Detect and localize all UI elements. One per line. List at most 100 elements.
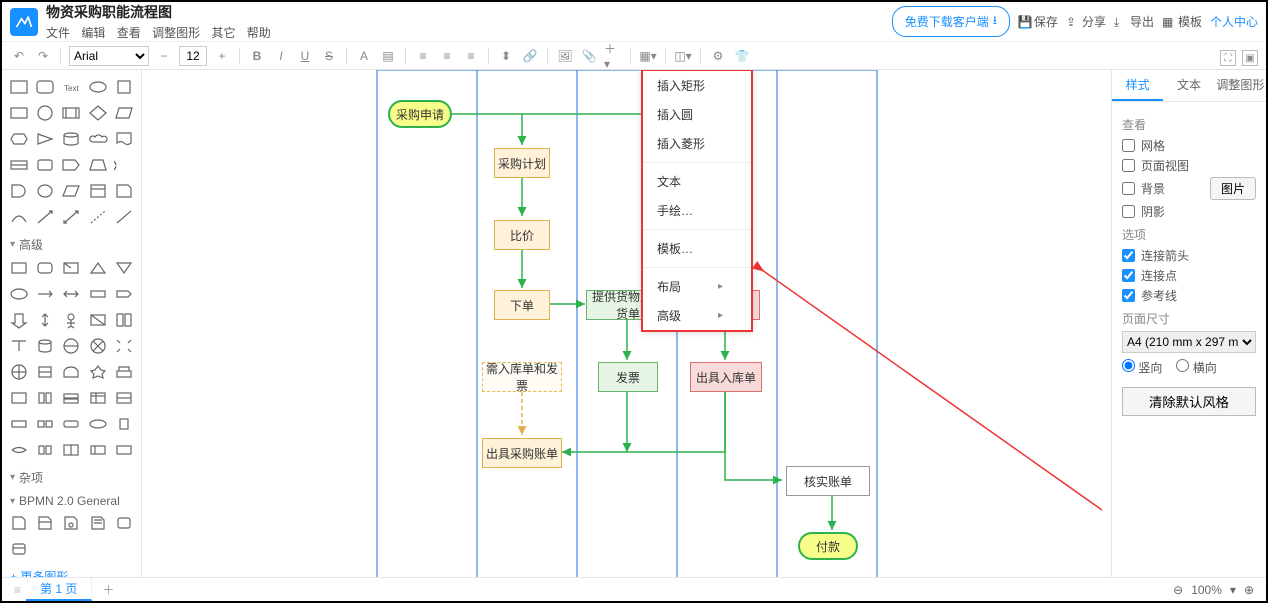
page-add-button[interactable]: ＋ [92, 581, 124, 598]
page-list-icon[interactable]: ≡ [14, 583, 26, 597]
font-select[interactable]: Arial [69, 46, 149, 66]
ctx-insert-rhombus[interactable]: 插入菱形 [643, 129, 751, 158]
menu-arrange[interactable]: 调整图形 [152, 26, 200, 40]
shape-callout[interactable] [113, 154, 135, 176]
adv-21[interactable] [8, 361, 30, 383]
shape-rect2[interactable] [8, 102, 30, 124]
adv-24[interactable] [87, 361, 109, 383]
tab-text[interactable]: 文本 [1163, 70, 1214, 101]
crop-button[interactable]: ◫▾ [674, 47, 692, 65]
image-button-rp[interactable]: 图片 [1210, 177, 1256, 200]
shirt-button[interactable]: 👕 [733, 47, 751, 65]
link-button[interactable]: 🔗 [521, 47, 539, 65]
attach-button[interactable]: 📎 [580, 47, 598, 65]
shape-cylinder[interactable] [60, 128, 82, 150]
bpmn-6[interactable] [8, 538, 30, 560]
adv-23[interactable] [60, 361, 82, 383]
adv-17[interactable] [34, 335, 56, 357]
menu-help[interactable]: 帮助 [247, 26, 271, 40]
shape-dashline[interactable] [87, 206, 109, 228]
adv-27[interactable] [34, 387, 56, 409]
zoom-out-icon[interactable]: ⊖ [1173, 583, 1183, 597]
adv-10[interactable] [113, 283, 135, 305]
chk-pageview[interactable] [1122, 159, 1135, 172]
page-tab-1[interactable]: 第 1 页 [26, 578, 92, 601]
image-button[interactable]: 🖼 [556, 47, 574, 65]
share-button[interactable]: ⇪分享 [1066, 13, 1106, 30]
node-warehouse[interactable]: 出具入库单 [690, 362, 762, 392]
shape-process[interactable] [60, 102, 82, 124]
shape-hexagon[interactable] [8, 128, 30, 150]
gear-button[interactable]: ⚙ [709, 47, 727, 65]
adv-37[interactable] [34, 439, 56, 461]
ctx-template[interactable]: 模板… [643, 234, 751, 263]
adv-2[interactable] [34, 257, 56, 279]
adv-40[interactable] [113, 439, 135, 461]
underline-button[interactable]: U [296, 47, 314, 65]
tab-arrange[interactable]: 调整图形 [1215, 70, 1266, 101]
ctx-advanced[interactable]: 高级 [643, 301, 751, 330]
redo-button[interactable]: ↷ [34, 47, 52, 65]
menu-edit[interactable]: 编辑 [81, 26, 105, 40]
node-invoice[interactable]: 发票 [598, 362, 658, 392]
page-size-select[interactable]: A4 (210 mm x 297 mm) [1122, 331, 1256, 353]
zoom-dropdown-icon[interactable]: ▾ [1230, 583, 1236, 597]
bpmn-5[interactable] [113, 512, 135, 534]
shape-cloud[interactable] [87, 128, 109, 150]
shape-tape[interactable] [34, 154, 56, 176]
strike-button[interactable]: S [320, 47, 338, 65]
node-start[interactable]: 采购申请 [388, 100, 452, 128]
adv-4[interactable] [87, 257, 109, 279]
node-pay[interactable]: 付款 [798, 532, 858, 560]
table-button[interactable]: ▦▾ [639, 47, 657, 65]
italic-button[interactable]: I [272, 47, 290, 65]
ctx-insert-rect[interactable]: 插入矩形 [643, 71, 751, 100]
templates-button[interactable]: ▦模板 [1162, 13, 1202, 30]
adv-34[interactable] [87, 413, 109, 435]
adv-29[interactable] [87, 387, 109, 409]
chk-grid[interactable] [1122, 139, 1135, 152]
node-compare[interactable]: 比价 [494, 220, 550, 250]
adv-20[interactable] [113, 335, 135, 357]
fullscreen-icon[interactable]: ⛶ [1220, 50, 1236, 66]
chk-conn-arrow[interactable] [1122, 249, 1135, 262]
adv-9[interactable] [87, 283, 109, 305]
undo-button[interactable]: ↶ [10, 47, 28, 65]
adv-28[interactable] [60, 387, 82, 409]
adv-12[interactable] [34, 309, 56, 331]
chk-background[interactable] [1122, 182, 1135, 195]
align-left-button[interactable]: ≡ [414, 47, 432, 65]
node-need-invoice[interactable]: 需入库单和发票 [482, 362, 562, 392]
adv-19[interactable] [87, 335, 109, 357]
adv-15[interactable] [113, 309, 135, 331]
shape-circle[interactable] [34, 102, 56, 124]
doc-title[interactable]: 物资采购职能流程图 [46, 2, 279, 22]
font-dec[interactable]: − [155, 47, 173, 65]
shape-parallelogram[interactable] [113, 102, 135, 124]
shape-trap[interactable] [87, 154, 109, 176]
plus-button[interactable]: ＋▾ [604, 47, 622, 65]
adv-30[interactable] [113, 387, 135, 409]
shape-step[interactable] [60, 154, 82, 176]
adv-1[interactable] [8, 257, 30, 279]
adv-6[interactable] [8, 283, 30, 305]
adv-16[interactable] [8, 335, 30, 357]
ctx-insert-circle[interactable]: 插入圆 [643, 100, 751, 129]
adv-18[interactable] [60, 335, 82, 357]
adv-36[interactable] [8, 439, 30, 461]
shape-card[interactable] [87, 180, 109, 202]
highlight-button[interactable]: ▤ [379, 47, 397, 65]
shape-curve[interactable] [8, 206, 30, 228]
adv-39[interactable] [87, 439, 109, 461]
adv-8[interactable] [60, 283, 82, 305]
ctx-layout[interactable]: 布局 [643, 272, 751, 301]
shapes-panel[interactable]: Text [2, 70, 142, 577]
zoom-value[interactable]: 100% [1191, 583, 1222, 597]
adv-35[interactable] [113, 413, 135, 435]
orient-portrait[interactable]: 竖向 [1122, 359, 1162, 376]
font-inc[interactable]: + [213, 47, 231, 65]
more-shapes-link[interactable]: + 更多图形… [4, 562, 139, 577]
adv-25[interactable] [113, 361, 135, 383]
shape-line[interactable] [113, 206, 135, 228]
adv-38[interactable] [60, 439, 82, 461]
